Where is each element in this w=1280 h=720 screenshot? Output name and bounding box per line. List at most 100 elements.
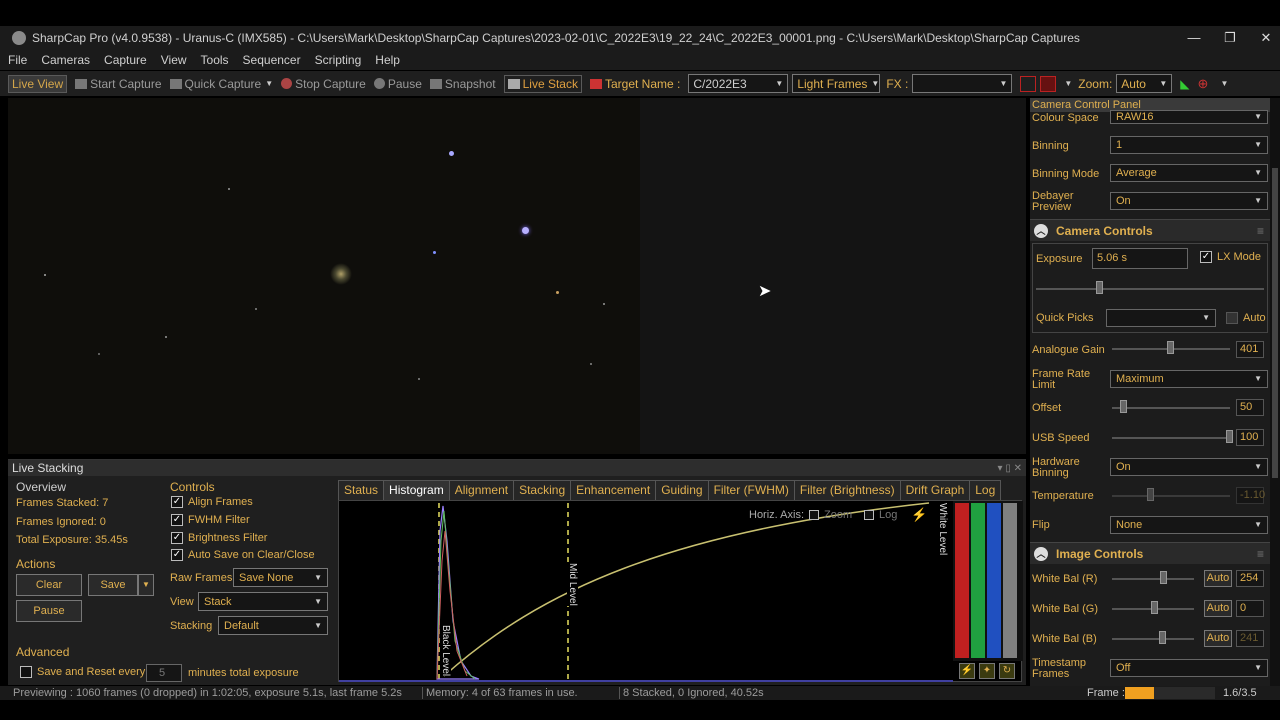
menu-icon[interactable]: ≡ bbox=[1257, 224, 1264, 238]
check-icon[interactable]: ✓ bbox=[1200, 251, 1212, 263]
panel-window-controls[interactable]: ▾ ▯ ✕ bbox=[998, 463, 1022, 474]
zoom-combo[interactable]: Auto ▼ bbox=[1116, 74, 1173, 93]
close-button[interactable]: ✕ bbox=[1248, 26, 1280, 50]
white-bal-g-value[interactable]: 0 bbox=[1236, 600, 1264, 617]
quick-picks-combo[interactable]: ▼ bbox=[1106, 309, 1216, 327]
check-icon[interactable]: ✓ bbox=[171, 532, 183, 544]
chevron-down-icon[interactable]: ▼ bbox=[1064, 79, 1072, 88]
hardware-binning-combo[interactable]: On ▼ bbox=[1110, 458, 1268, 476]
target-name-combo[interactable]: C/2022E3 ▼ bbox=[688, 74, 789, 93]
lx-mode-checkbox[interactable]: ✓ LX Mode bbox=[1200, 251, 1261, 263]
tab-log[interactable]: Log bbox=[969, 480, 1002, 500]
fx-combo[interactable]: ▼ bbox=[912, 74, 1013, 93]
menu-view[interactable]: View bbox=[161, 53, 187, 67]
image-viewer[interactable] bbox=[8, 98, 640, 454]
white-bal-r-thumb[interactable] bbox=[1160, 571, 1167, 584]
usb-speed-slider[interactable] bbox=[1112, 437, 1230, 439]
pause-button[interactable]: Pause bbox=[373, 77, 422, 91]
live-view-button[interactable]: Live View bbox=[8, 74, 68, 93]
usb-speed-value[interactable]: 100 bbox=[1236, 429, 1264, 446]
checkbox-box[interactable] bbox=[809, 510, 819, 520]
tab-enhancement[interactable]: Enhancement bbox=[570, 480, 657, 500]
view-combo[interactable]: Stack ▼ bbox=[198, 592, 328, 611]
save-reset-checkbox[interactable]: Save and Reset every bbox=[20, 666, 145, 678]
quick-capture-button[interactable]: Quick Capture ▼ bbox=[169, 77, 273, 91]
live-stack-button[interactable]: Live Stack bbox=[503, 74, 582, 93]
white-bal-r-slider[interactable] bbox=[1112, 578, 1194, 580]
white-bal-g-auto-button[interactable]: Auto bbox=[1204, 600, 1232, 617]
tab-alignment[interactable]: Alignment bbox=[448, 480, 515, 500]
offset-slider[interactable] bbox=[1112, 407, 1230, 409]
chevron-down-icon[interactable]: ▼ bbox=[265, 79, 273, 88]
stop-capture-button[interactable]: Stop Capture bbox=[281, 77, 366, 91]
red-circle-icon[interactable] bbox=[1020, 75, 1037, 92]
frame-type-combo[interactable]: Light Frames ▼ bbox=[792, 74, 881, 93]
white-bal-r-auto-button[interactable]: Auto bbox=[1204, 570, 1232, 587]
minutes-stepper[interactable]: 5 bbox=[146, 664, 182, 682]
fwhm-filter-checkbox[interactable]: ✓ FWHM Filter bbox=[171, 514, 250, 526]
debayer-preview-combo[interactable]: On ▼ bbox=[1110, 192, 1268, 210]
tab-drift-graph[interactable]: Drift Graph bbox=[899, 480, 971, 500]
stacking-combo[interactable]: Default ▼ bbox=[218, 616, 328, 635]
check-icon[interactable]: ✓ bbox=[171, 514, 183, 526]
tab-filter-fwhm[interactable]: Filter (FWHM) bbox=[707, 480, 795, 500]
viewer-empty-area[interactable]: ➤ bbox=[640, 98, 1026, 454]
binning-combo[interactable]: 1 ▼ bbox=[1110, 136, 1268, 154]
clear-button[interactable]: Clear bbox=[16, 574, 82, 596]
gain-value[interactable]: 401 bbox=[1236, 341, 1264, 358]
white-bal-b-auto-button[interactable]: Auto bbox=[1204, 630, 1232, 647]
save-button[interactable]: Save bbox=[88, 574, 138, 596]
tab-filter-brightness[interactable]: Filter (Brightness) bbox=[793, 480, 901, 500]
align-frames-checkbox[interactable]: ✓ Align Frames bbox=[171, 496, 253, 508]
raw-frames-combo[interactable]: Save None ▼ bbox=[233, 568, 328, 587]
checkbox-box[interactable] bbox=[20, 666, 32, 678]
menu-capture[interactable]: Capture bbox=[104, 53, 147, 67]
binning-mode-combo[interactable]: Average ▼ bbox=[1110, 164, 1268, 182]
tab-stacking[interactable]: Stacking bbox=[513, 480, 572, 500]
camera-controls-header[interactable]: ︿ Camera Controls ≡ bbox=[1030, 219, 1270, 241]
auto-stretch-icon[interactable]: ⚡ bbox=[959, 663, 975, 679]
auto-save-checkbox[interactable]: ✓ Auto Save on Clear/Close bbox=[171, 549, 315, 561]
image-controls-header[interactable]: ︿ Image Controls ≡ bbox=[1030, 542, 1270, 564]
offset-value[interactable]: 50 bbox=[1236, 399, 1264, 416]
menu-file[interactable]: File bbox=[8, 53, 27, 67]
flip-combo[interactable]: None ▼ bbox=[1110, 516, 1268, 534]
white-bal-b-value[interactable]: 241 bbox=[1236, 630, 1264, 647]
lightning-icon[interactable]: ⚡ bbox=[911, 507, 927, 523]
menu-sequencer[interactable]: Sequencer bbox=[243, 53, 301, 67]
brightness-filter-checkbox[interactable]: ✓ Brightness Filter bbox=[171, 532, 267, 544]
pause-stack-button[interactable]: Pause bbox=[16, 600, 82, 622]
scrollbar-thumb[interactable] bbox=[1272, 168, 1278, 478]
red-cross-icon[interactable] bbox=[1040, 75, 1057, 92]
white-bal-b-thumb[interactable] bbox=[1159, 631, 1166, 644]
snapshot-button[interactable]: Snapshot bbox=[429, 77, 496, 91]
white-bal-g-thumb[interactable] bbox=[1151, 601, 1158, 614]
minimize-button[interactable]: — bbox=[1176, 26, 1212, 50]
menu-cameras[interactable]: Cameras bbox=[41, 53, 90, 67]
zoom-checkbox[interactable]: Zoom bbox=[809, 509, 852, 521]
histogram-icon[interactable]: ◣ bbox=[1180, 77, 1189, 91]
exposure-slider-thumb[interactable] bbox=[1096, 281, 1103, 294]
save-dropdown-button[interactable]: ▼ bbox=[138, 574, 154, 596]
reset-icon[interactable]: ↻ bbox=[999, 663, 1015, 679]
white-bal-b-slider[interactable] bbox=[1112, 638, 1194, 640]
tab-status[interactable]: Status bbox=[338, 480, 385, 500]
menu-tools[interactable]: Tools bbox=[201, 53, 229, 67]
timestamp-frames-combo[interactable]: Off ▼ bbox=[1110, 659, 1268, 677]
gain-slider-thumb[interactable] bbox=[1167, 341, 1174, 354]
menu-help[interactable]: Help bbox=[375, 53, 400, 67]
crosshair-icon[interactable]: ⊕ bbox=[1198, 76, 1209, 92]
control-panel-scrollbar[interactable] bbox=[1270, 98, 1280, 686]
log-checkbox[interactable]: Log bbox=[864, 509, 897, 521]
usb-speed-slider-thumb[interactable] bbox=[1226, 430, 1233, 443]
exposure-slider[interactable] bbox=[1036, 288, 1264, 290]
check-icon[interactable]: ✓ bbox=[171, 549, 183, 561]
white-bal-r-value[interactable]: 254 bbox=[1236, 570, 1264, 587]
histogram-view[interactable]: Horiz. Axis: Zoom Log Black Level Mid Le… bbox=[338, 500, 1023, 682]
chevron-up-icon[interactable]: ︿ bbox=[1034, 223, 1048, 238]
menu-scripting[interactable]: Scripting bbox=[315, 53, 362, 67]
checkbox-box[interactable] bbox=[864, 510, 874, 520]
colour-space-combo[interactable]: RAW16 ▼ bbox=[1110, 110, 1268, 124]
menu-icon[interactable]: ≡ bbox=[1257, 547, 1264, 561]
frame-rate-limit-combo[interactable]: Maximum ▼ bbox=[1110, 370, 1268, 388]
